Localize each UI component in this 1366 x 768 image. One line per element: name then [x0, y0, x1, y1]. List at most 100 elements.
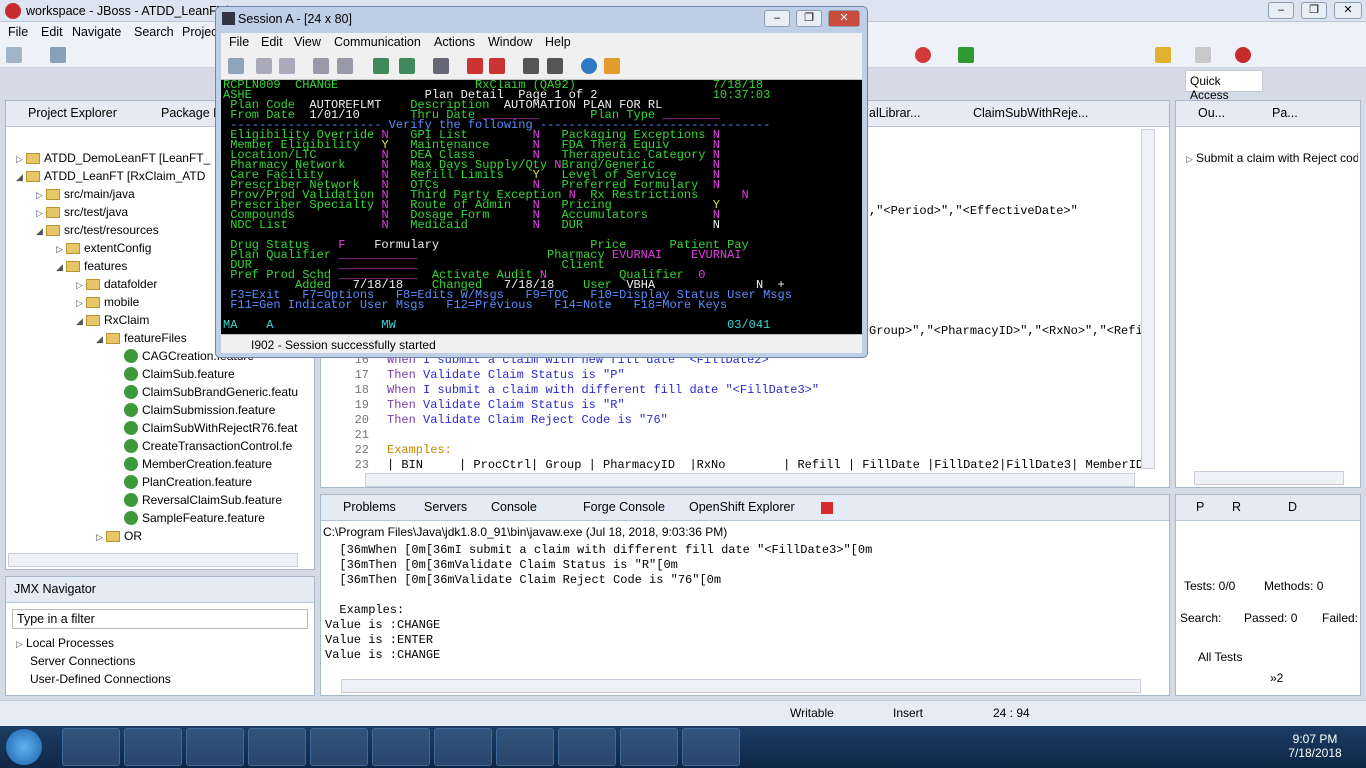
pause-icon[interactable] — [547, 58, 563, 74]
feature-file[interactable]: CreateTransactionControl.fe — [124, 439, 292, 453]
tab-r[interactable]: R — [1232, 500, 1241, 514]
tab-p[interactable]: P — [1196, 500, 1204, 514]
back-icon[interactable] — [1155, 47, 1171, 63]
notepad-icon[interactable] — [558, 728, 616, 766]
tree-item[interactable]: ▷ src/main/java — [36, 187, 135, 201]
minimize-button[interactable]: – — [1268, 2, 1294, 19]
feature-file[interactable]: ClaimSubBrandGeneric.featu — [124, 385, 298, 399]
outlook-icon[interactable] — [372, 728, 430, 766]
session-minimize-button[interactable]: – — [764, 10, 790, 27]
start-button[interactable] — [6, 729, 42, 765]
debug-icon[interactable] — [915, 47, 931, 63]
help-icon[interactable] — [604, 58, 620, 74]
tab-forge-console[interactable]: Forge Console — [583, 500, 665, 514]
tree-item[interactable]: ◢ features — [56, 259, 127, 273]
jmx-item[interactable]: Server Connections — [30, 654, 135, 668]
tab-problems[interactable]: Problems — [343, 500, 396, 514]
feature-file[interactable]: SampleFeature.feature — [124, 511, 265, 525]
quick-access-field[interactable]: Quick Access — [1185, 70, 1263, 92]
close-button[interactable]: ✕ — [1334, 2, 1362, 19]
terminate-icon[interactable] — [821, 502, 833, 514]
tab-d[interactable]: D — [1288, 500, 1297, 514]
tree-item[interactable]: ◢ src/test/resources — [36, 223, 159, 237]
send-icon[interactable] — [313, 58, 329, 74]
tree-item[interactable]: ▷ OR — [96, 529, 142, 543]
menu-navigate[interactable]: Navigate — [72, 25, 121, 39]
tree-item[interactable]: ▷ ATDD_DemoLeanFT [LeanFT_ — [16, 151, 210, 165]
record-icon[interactable] — [467, 58, 483, 74]
menu-file[interactable]: File — [8, 25, 28, 39]
feature-file[interactable]: MemberCreation.feature — [124, 457, 272, 471]
explorer-icon[interactable] — [124, 728, 182, 766]
session-menu-edit[interactable]: Edit — [261, 35, 283, 49]
horizontal-scrollbar[interactable] — [8, 553, 298, 567]
tree-item[interactable]: ◢ featureFiles — [96, 331, 187, 345]
ie-icon[interactable] — [62, 728, 120, 766]
copy-icon[interactable] — [256, 58, 272, 74]
session-menu-window[interactable]: Window — [488, 35, 532, 49]
clock[interactable]: 9:07 PM 7/18/2018 — [1280, 732, 1350, 760]
tab-console[interactable]: Console — [491, 500, 537, 514]
tree-item[interactable]: ▷ extentConfig — [56, 241, 151, 255]
vertical-scrollbar[interactable] — [1141, 129, 1155, 469]
new-icon[interactable] — [6, 47, 22, 63]
menu-search[interactable]: Search — [134, 25, 174, 39]
tab-palette[interactable]: Pa... — [1272, 106, 1298, 120]
feature-file[interactable]: PlanCreation.feature — [124, 475, 252, 489]
menu-edit[interactable]: Edit — [41, 25, 63, 39]
globe-icon[interactable] — [581, 58, 597, 74]
display-icon[interactable] — [373, 58, 389, 74]
cmd-icon[interactable] — [496, 728, 554, 766]
media-icon[interactable] — [186, 728, 244, 766]
receive-icon[interactable] — [337, 58, 353, 74]
outline-item[interactable]: ▷ Submit a claim with Reject cod — [1186, 151, 1358, 165]
terminal-screen[interactable]: RCPLN009 CHANGE RxClaim (QA92) 7/18/18 AS… — [221, 80, 862, 334]
run-icon[interactable] — [958, 47, 974, 63]
horizontal-scrollbar[interactable] — [365, 473, 1135, 487]
tab-all-tests[interactable]: All Tests — [1198, 650, 1242, 664]
session-close-button[interactable]: ✕ — [828, 10, 860, 27]
tab-servers[interactable]: Servers — [424, 500, 467, 514]
excel-icon[interactable] — [434, 728, 492, 766]
tree-item[interactable]: ◢ RxClaim — [76, 313, 149, 327]
session-menu-view[interactable]: View — [294, 35, 321, 49]
save-icon[interactable] — [50, 47, 66, 63]
tree-item[interactable]: ▷ src/test/java — [36, 205, 128, 219]
jboss-taskbar-icon[interactable] — [310, 728, 368, 766]
maximize-button[interactable]: ❐ — [1301, 2, 1327, 19]
horizontal-scrollbar[interactable] — [1194, 471, 1344, 485]
chat-icon[interactable] — [620, 728, 678, 766]
jboss-icon[interactable] — [1235, 47, 1251, 63]
feature-file[interactable]: ClaimSub.feature — [124, 367, 235, 381]
tree-item[interactable]: ▷ datafolder — [76, 277, 157, 291]
print-icon[interactable] — [228, 58, 244, 74]
feature-file[interactable]: ReversalClaimSub.feature — [124, 493, 282, 507]
jmx-item[interactable]: User-Defined Connections — [30, 672, 171, 686]
session-menu-actions[interactable]: Actions — [434, 35, 475, 49]
more-tabs[interactable]: »2 — [1270, 671, 1283, 685]
tree-item[interactable]: ◢ ATDD_LeanFT [RxClaim_ATD — [16, 169, 205, 183]
tree-item[interactable]: ▷ mobile — [76, 295, 139, 309]
horizontal-scrollbar[interactable] — [341, 679, 1141, 693]
session-maximize-button[interactable]: ❐ — [796, 10, 822, 27]
menu-project[interactable]: Projec — [182, 25, 217, 39]
tab-project-explorer[interactable]: Project Explorer — [28, 106, 117, 120]
stop-icon[interactable] — [489, 58, 505, 74]
jmx-filter-input[interactable]: Type in a filter — [12, 609, 308, 629]
console-output[interactable]: [36mWhen [0m[36mI submit a claim with… — [321, 541, 1151, 681]
feature-file[interactable]: ClaimSubWithRejectR76.feat — [124, 421, 297, 435]
chrome-icon[interactable] — [248, 728, 306, 766]
session-menu-communication[interactable]: Communication — [334, 35, 421, 49]
play-icon[interactable] — [523, 58, 539, 74]
tab-outline[interactable]: Ou... — [1198, 106, 1225, 120]
paste-icon[interactable] — [279, 58, 295, 74]
forward-icon[interactable] — [1195, 47, 1211, 63]
tab-openshift-explorer[interactable]: OpenShift Explorer — [689, 500, 795, 514]
keyboard-icon[interactable] — [399, 58, 415, 74]
tab-jmx-navigator[interactable]: JMX Navigator — [14, 582, 96, 596]
macro-icon[interactable] — [433, 58, 449, 74]
tab-package-explorer[interactable]: Package E — [161, 106, 221, 120]
feature-file[interactable]: ClaimSubmission.feature — [124, 403, 275, 417]
session-menu-help[interactable]: Help — [545, 35, 571, 49]
session-icon[interactable] — [682, 728, 740, 766]
